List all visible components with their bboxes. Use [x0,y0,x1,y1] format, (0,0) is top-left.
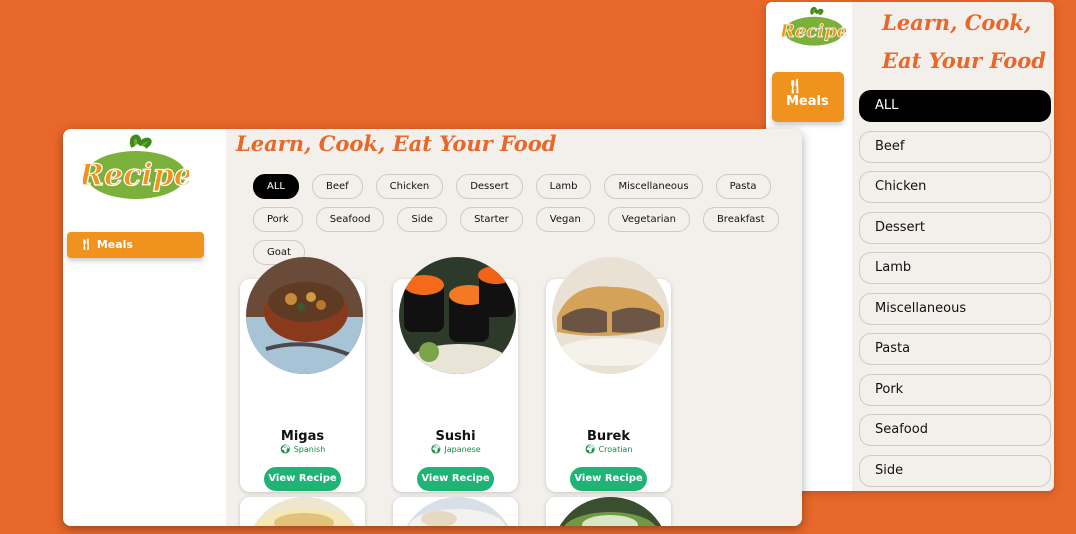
meal-area: 🌍︎ Spanish [279,445,326,455]
globe-icon: 🌍︎ [584,445,597,455]
category-pill[interactable]: Beef [311,174,363,199]
meal-card[interactable] [546,497,671,526]
category-item[interactable]: Pasta [859,333,1051,365]
meal-image[interactable] [246,497,363,526]
view-recipe-button[interactable]: View Recipe [570,467,647,491]
meals-nav-label: Meals [786,94,829,109]
category-pill[interactable]: Side [397,207,448,232]
recipe-logo-text: Recipe [782,21,846,42]
meal-card[interactable]: Burek 🌍︎ Croatian View Recipe [546,257,671,492]
category-pill[interactable]: Miscellaneous [604,174,703,199]
meal-image[interactable] [246,257,363,374]
category-item[interactable]: Side [859,454,1051,487]
meals-nav-label: Meals [96,238,133,251]
meal-card[interactable]: Migas 🌍︎ Spanish View Recipe [240,257,365,492]
meal-card[interactable] [240,497,365,526]
category-pill[interactable]: Lamb [535,174,592,199]
category-pill[interactable]: Chicken [375,174,444,199]
recipe-logo-text: Recipe [83,158,189,193]
meals-nav-button[interactable]: 🍴︎ Meals [67,232,204,258]
page-title: Learn, Cook, Eat Your Food [236,131,557,156]
fork-knife-icon: 🍴︎ [79,238,93,251]
meal-area: 🌍︎ Croatian [584,445,633,455]
category-pill[interactable]: Pork [253,207,303,232]
category-pill[interactable]: Seafood [315,207,385,232]
category-item[interactable]: Pork [859,373,1051,406]
page-title: Learn, Cook, Eat Your Food [882,10,1046,73]
meal-card[interactable]: Sushi 🌍︎ Japanese View Recipe [393,257,518,492]
category-pill[interactable]: Vegetarian [607,207,690,232]
recipe-logo[interactable]: Recipe [83,133,189,203]
globe-icon: 🌍︎ [430,445,442,455]
meal-card[interactable] [393,497,518,526]
category-pill[interactable]: Pasta [715,174,771,199]
category-item[interactable]: Seafood [859,414,1051,446]
recipe-logo[interactable]: Recipe [782,6,846,48]
meal-image[interactable] [399,497,516,526]
category-item[interactable]: ALL [859,90,1051,122]
meal-name: Burek [586,429,631,444]
globe-icon: 🌍︎ [279,445,292,455]
view-recipe-button[interactable]: View Recipe [417,467,494,491]
mobile-window: Recipe 🍴︎ Meals Learn, Cook, Eat Your Fo… [766,2,1054,491]
category-item[interactable]: Miscellaneous [859,292,1051,325]
category-pill[interactable]: Starter [460,207,523,232]
meal-image[interactable] [552,497,669,526]
desktop-sidebar: Recipe 🍴︎ Meals [63,129,226,526]
category-item[interactable]: Chicken [859,171,1051,203]
meal-name: Migas [280,429,325,444]
category-item[interactable]: Lamb [859,252,1051,284]
fork-knife-icon: 🍴︎ [786,79,804,95]
meal-area: 🌍︎ Japanese [430,445,481,455]
category-filter-bar: ALL Beef Chicken Dessert Lamb Miscellaneous Pa… [253,174,801,273]
category-pill[interactable]: ALL [253,174,299,199]
meal-name: Sushi [435,429,476,444]
category-pill[interactable]: Vegan [535,207,595,232]
desktop-window: Recipe 🍴︎ Meals Learn, Cook, Eat Your Fo… [63,129,802,526]
view-recipe-button[interactable]: View Recipe [264,467,341,491]
category-list: ALL Beef Chicken Dessert Lamb Miscellaneous Pa… [859,90,1051,491]
category-item[interactable]: Beef [859,130,1051,163]
category-item[interactable]: Dessert [859,211,1051,244]
meal-image[interactable] [399,257,516,374]
meal-image[interactable] [552,257,669,374]
meals-nav-button[interactable]: 🍴︎ Meals [772,72,844,122]
category-pill[interactable]: Breakfast [702,207,779,232]
category-pill[interactable]: Dessert [456,174,523,199]
